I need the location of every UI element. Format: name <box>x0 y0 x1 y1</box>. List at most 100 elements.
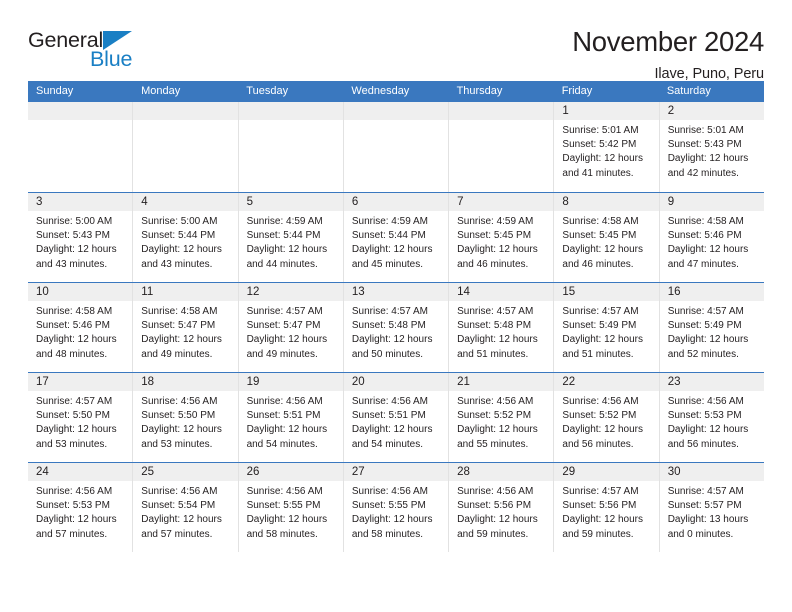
general-blue-logo[interactable]: General Blue <box>28 28 148 74</box>
day-number: 28 <box>449 463 554 481</box>
day-cell[interactable]: 24 Sunrise: 4:56 AM Sunset: 5:53 PM Dayligh… <box>28 463 134 552</box>
day-details: Sunrise: 4:56 AM Sunset: 5:52 PM Daylight:… <box>449 391 553 452</box>
sunrise-text: Sunrise: 4:56 AM <box>141 486 218 497</box>
day-number <box>449 102 554 120</box>
weekday-header-monday: Monday <box>141 85 181 97</box>
day-cell[interactable]: 27 Sunrise: 4:56 AM Sunset: 5:55 PM Dayligh… <box>343 463 450 552</box>
day-cell[interactable]: 30 Sunrise: 4:57 AM Sunset: 5:57 PM Dayligh… <box>659 463 764 552</box>
daylight-text-line1: Daylight: 12 hours <box>141 424 222 436</box>
daylight-text-line1: Daylight: 12 hours <box>351 424 433 436</box>
daylight-text-line1: Daylight: 12 hours <box>562 334 644 346</box>
day-cell[interactable]: 25 Sunrise: 4:56 AM Sunset: 5:54 PM Dayligh… <box>133 463 239 552</box>
day-cell[interactable]: 11 Sunrise: 4:58 AM Sunset: 5:47 PM Dayligh… <box>133 283 239 372</box>
day-details: Sunrise: 4:57 AM Sunset: 5:49 PM Daylight:… <box>660 301 764 362</box>
sunrise-text: Sunrise: 4:56 AM <box>351 396 428 407</box>
daylight-text-line1: Daylight: 12 hours <box>562 153 644 165</box>
day-cell[interactable]: 3 Sunrise: 5:00 AM Sunset: 5:43 PM Daylight… <box>28 193 134 282</box>
day-cell[interactable]: 6 Sunrise: 4:59 AM Sunset: 5:44 PM Daylight… <box>343 193 450 282</box>
day-cell[interactable]: 16 Sunrise: 4:57 AM Sunset: 5:49 PM Dayligh… <box>659 283 764 372</box>
day-number: 30 <box>659 463 764 481</box>
sunset-text: Sunset: 5:47 PM <box>246 320 321 332</box>
day-number: 19 <box>238 373 343 391</box>
day-cell[interactable]: 13 Sunrise: 4:57 AM Sunset: 5:48 PM Dayligh… <box>343 283 450 372</box>
day-number: 6 <box>343 193 449 211</box>
day-number <box>238 102 343 120</box>
day-cell[interactable]: 9 Sunrise: 4:58 AM Sunset: 5:46 PM Daylight… <box>659 193 764 282</box>
sunrise-text: Sunrise: 4:58 AM <box>667 216 744 227</box>
daylight-text-line1: Daylight: 12 hours <box>351 244 433 256</box>
daylight-text-line2: and 53 minutes. <box>36 438 108 450</box>
sunrise-text: Sunrise: 4:56 AM <box>246 396 323 407</box>
daylight-text-line2: and 54 minutes. <box>246 438 318 450</box>
sunset-text: Sunset: 5:43 PM <box>36 230 110 242</box>
day-cell[interactable]: 1 Sunrise: 5:01 AM Sunset: 5:42 PM Daylight… <box>554 102 660 192</box>
sunset-text: Sunset: 5:50 PM <box>36 410 110 422</box>
day-cell[interactable]: 20 Sunrise: 4:56 AM Sunset: 5:51 PM Dayligh… <box>343 373 450 462</box>
sunset-text: Sunset: 5:48 PM <box>457 320 532 332</box>
day-cell[interactable]: 26 Sunrise: 4:56 AM Sunset: 5:55 PM Dayligh… <box>238 463 344 552</box>
page-title: November 2024 <box>572 26 764 57</box>
day-cell[interactable]: 18 Sunrise: 4:56 AM Sunset: 5:50 PM Dayligh… <box>133 373 239 462</box>
day-cell[interactable]: 14 Sunrise: 4:57 AM Sunset: 5:48 PM Dayligh… <box>449 283 555 372</box>
weekday-header-tuesday: Tuesday <box>246 85 289 97</box>
day-cell[interactable]: 12 Sunrise: 4:57 AM Sunset: 5:47 PM Dayligh… <box>238 283 344 372</box>
daylight-text-line2: and 42 minutes. <box>667 167 739 179</box>
daylight-text-line2: and 54 minutes. <box>351 438 424 450</box>
week-row: 17 Sunrise: 4:57 AM Sunset: 5:50 PM Dayligh… <box>28 372 764 462</box>
sunrise-text: Sunrise: 4:56 AM <box>246 486 323 497</box>
day-cell[interactable]: 8 Sunrise: 4:58 AM Sunset: 5:45 PM Daylight… <box>554 193 660 282</box>
day-cell[interactable]: 29 Sunrise: 4:57 AM Sunset: 5:56 PM Dayligh… <box>554 463 660 552</box>
day-details: Sunrise: 4:59 AM Sunset: 5:45 PM Daylight:… <box>449 211 553 272</box>
day-cell[interactable]: 10 Sunrise: 4:58 AM Sunset: 5:46 PM Dayligh… <box>28 283 134 372</box>
daylight-text-line2: and 46 minutes. <box>562 258 634 270</box>
day-number: 10 <box>28 283 133 301</box>
daylight-text-line1: Daylight: 12 hours <box>457 424 538 436</box>
sunset-text: Sunset: 5:49 PM <box>667 320 742 332</box>
daylight-text-line2: and 56 minutes. <box>667 438 739 450</box>
day-details: Sunrise: 4:56 AM Sunset: 5:50 PM Daylight:… <box>133 391 237 452</box>
day-cell[interactable]: 19 Sunrise: 4:56 AM Sunset: 5:51 PM Dayligh… <box>238 373 344 462</box>
sunset-text: Sunset: 5:47 PM <box>141 320 216 332</box>
daylight-text-line1: Daylight: 12 hours <box>667 244 749 256</box>
day-cell[interactable]: 5 Sunrise: 4:59 AM Sunset: 5:44 PM Daylight… <box>238 193 344 282</box>
daylight-text-line2: and 48 minutes. <box>36 348 108 360</box>
daylight-text-line2: and 52 minutes. <box>667 348 739 360</box>
sunset-text: Sunset: 5:44 PM <box>246 230 321 242</box>
daylight-text-line2: and 47 minutes. <box>667 258 739 270</box>
week-row: 3 Sunrise: 5:00 AM Sunset: 5:43 PM Daylight… <box>28 192 764 282</box>
day-cell[interactable]: 15 Sunrise: 4:57 AM Sunset: 5:49 PM Dayligh… <box>554 283 660 372</box>
sunset-text: Sunset: 5:51 PM <box>351 410 426 422</box>
day-cell[interactable]: 4 Sunrise: 5:00 AM Sunset: 5:44 PM Daylight… <box>133 193 239 282</box>
day-cell-empty <box>449 102 555 192</box>
day-number: 7 <box>449 193 554 211</box>
weekday-header-row: Sunday Monday Tuesday Wednesday Thursday… <box>28 81 764 102</box>
daylight-text-line2: and 45 minutes. <box>351 258 424 270</box>
sunrise-text: Sunrise: 4:56 AM <box>141 396 218 407</box>
sunrise-text: Sunrise: 4:57 AM <box>246 306 323 317</box>
sunset-text: Sunset: 5:46 PM <box>36 320 110 332</box>
month-grid: Sunday Monday Tuesday Wednesday Thursday… <box>28 81 764 552</box>
day-cell[interactable]: 17 Sunrise: 4:57 AM Sunset: 5:50 PM Dayligh… <box>28 373 134 462</box>
daylight-text-line1: Daylight: 12 hours <box>141 334 222 346</box>
sunset-text: Sunset: 5:42 PM <box>562 139 637 151</box>
daylight-text-line1: Daylight: 12 hours <box>36 514 117 526</box>
day-number: 21 <box>449 373 554 391</box>
daylight-text-line1: Daylight: 12 hours <box>246 244 328 256</box>
day-details: Sunrise: 4:58 AM Sunset: 5:45 PM Daylight:… <box>554 211 658 272</box>
sunrise-text: Sunrise: 4:56 AM <box>562 396 639 407</box>
weekday-header-saturday: Saturday <box>666 85 711 97</box>
day-cell[interactable]: 21 Sunrise: 4:56 AM Sunset: 5:52 PM Dayligh… <box>449 373 555 462</box>
day-number: 8 <box>554 193 659 211</box>
page-header: General Blue November 2024 Ilave, Puno, … <box>28 0 764 82</box>
weekday-header-sunday: Sunday <box>36 85 74 97</box>
sunrise-text: Sunrise: 5:01 AM <box>667 125 744 136</box>
day-cell[interactable]: 23 Sunrise: 4:56 AM Sunset: 5:53 PM Dayligh… <box>659 373 764 462</box>
day-details: Sunrise: 4:57 AM Sunset: 5:49 PM Daylight:… <box>554 301 658 362</box>
sunrise-text: Sunrise: 4:57 AM <box>36 396 113 407</box>
day-cell[interactable]: 2 Sunrise: 5:01 AM Sunset: 5:43 PM Daylight… <box>659 102 764 192</box>
day-cell[interactable]: 7 Sunrise: 4:59 AM Sunset: 5:45 PM Daylight… <box>449 193 555 282</box>
sunset-text: Sunset: 5:55 PM <box>351 500 426 512</box>
day-cell[interactable]: 28 Sunrise: 4:56 AM Sunset: 5:56 PM Dayligh… <box>449 463 555 552</box>
day-cell[interactable]: 22 Sunrise: 4:56 AM Sunset: 5:52 PM Dayligh… <box>554 373 660 462</box>
day-number: 13 <box>343 283 449 301</box>
